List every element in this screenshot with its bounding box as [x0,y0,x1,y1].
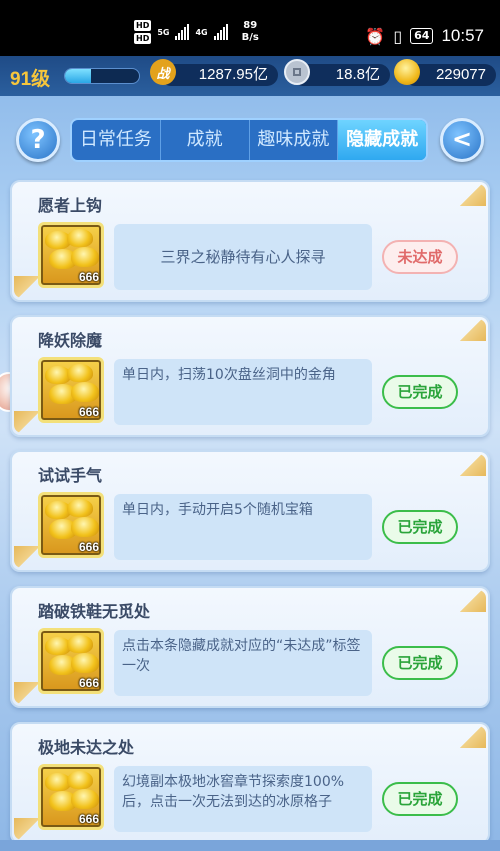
corner-ornament [460,454,486,476]
reward-quantity: 666 [78,812,99,826]
reward-item[interactable]: 666 [38,357,104,423]
corner-ornament [14,276,40,298]
gold-ingot-icon [71,517,99,537]
silver-value: 18.8亿 [335,66,380,83]
reward-quantity: 666 [78,540,99,554]
hd-indicators: HD HD [134,20,152,44]
achievement-card: 试试手气 666 单日内，手动开启5个随机宝箱 已完成 [10,450,490,572]
reward-quantity: 666 [78,676,99,690]
vibrate-icon: ▯ [393,26,403,46]
resource-bar: 91级 1287.95亿 战 18.8亿 229077 [0,56,500,96]
tab-achievements[interactable]: 成就 [161,120,250,160]
signal-icon-2 [213,24,228,40]
system-status-bar: HD HD 5G 4G 89 B/s ⏰ ▯ 64 10:57 [0,0,500,56]
achievement-title: 愿者上钩 [38,196,103,215]
tab-fun-achievements[interactable]: 趣味成就 [250,120,339,160]
signal-icon [175,24,190,40]
battery-icon: 64 [410,28,434,44]
status-left: HD HD 5G 4G 89 B/s [134,20,259,44]
gold-ingot-icon [394,59,420,85]
gold-ingot-icon [67,229,93,247]
alarm-icon: ⏰ [365,26,386,46]
corner-ornament [14,818,40,840]
gold-ingot-icon [67,635,93,653]
achievement-card: 极地未达之处 666 幻境副本极地冰窖章节探索度100%后，点击一次无法到达的冰… [10,722,490,844]
corner-ornament [460,319,486,341]
achievement-title: 降妖除魔 [38,331,103,350]
achievement-status-button[interactable]: 已完成 [382,782,458,816]
achievement-description: 单日内，手动开启5个随机宝箱 [114,494,372,560]
achievement-status-button[interactable]: 已完成 [382,646,458,680]
reward-item[interactable]: 666 [38,764,104,830]
player-level: 91级 [10,69,51,90]
achievement-title: 试试手气 [38,466,103,485]
achievement-description: 三界之秘静待有心人探寻 [114,224,372,290]
network-speed-unit: B/s [241,32,259,43]
tab-daily-tasks[interactable]: 日常任务 [72,120,161,160]
achievement-description: 幻境副本极地冰窖章节探索度100%后，点击一次无法到达的冰原格子 [114,766,372,832]
reward-quantity: 666 [78,405,99,419]
gold-ingot-icon [67,364,93,382]
achievement-description: 点击本条隐藏成就对应的“未达成”标签一次 [114,630,372,696]
bottom-strip [0,840,500,851]
network-speed-value: 89 [243,20,258,31]
reward-quantity: 666 [78,270,99,284]
corner-ornament [460,726,486,748]
combat-power: 1287.95亿 [160,64,278,86]
gold-ingot-icon [71,789,99,809]
achievement-tabs: 日常任务 成就 趣味成就 隐藏成就 [70,118,428,162]
achievement-status-button[interactable]: 已完成 [382,510,458,544]
gold-ingot-icon [71,247,99,267]
combat-icon: 战 [150,59,176,85]
exp-bar-fill [65,69,91,83]
reward-item[interactable]: 666 [38,628,104,694]
network-speed: 89 B/s [242,20,259,44]
corner-ornament [460,590,486,612]
tab-hidden-achievements[interactable]: 隐藏成就 [338,120,426,160]
hd-badge-2: HD [134,33,152,44]
gold-ingot-icon [67,499,93,517]
achievement-description: 单日内，扫荡10次盘丝洞中的金角 [114,359,372,425]
back-button[interactable]: < [440,118,484,162]
exp-bar [64,68,140,84]
combat-power-value: 1287.95亿 [198,66,268,83]
clock: 10:57 [441,26,484,45]
gold-value: 229077 [435,66,486,83]
signal-5g-label: 5G [157,27,170,37]
achievement-card: 踏破铁鞋无觅处 666 点击本条隐藏成就对应的“未达成”标签一次 已完成 [10,586,490,708]
corner-ornament [14,546,40,568]
achievement-title: 踏破铁鞋无觅处 [38,602,151,621]
corner-ornament [14,411,40,433]
corner-ornament [460,184,486,206]
gold-ingot-icon [67,771,93,789]
gold-ingot-icon [71,653,99,673]
achievement-card: 降妖除魔 666 单日内，扫荡10次盘丝洞中的金角 已完成 [10,315,490,437]
corner-ornament [14,682,40,704]
achievement-status-button[interactable]: 已完成 [382,375,458,409]
reward-item[interactable]: 666 [38,492,104,558]
hd-badge-1: HD [134,20,152,31]
back-arrow-icon: < [451,125,473,153]
reward-item[interactable]: 666 [38,222,104,288]
gold-ingot-icon [71,382,99,402]
status-right: ⏰ ▯ 64 10:57 [365,26,484,46]
silver-coin-icon [284,59,310,85]
signal-4g-label: 4G [195,27,208,37]
help-button[interactable]: ? [16,118,60,162]
achievement-status-button[interactable]: 未达成 [382,240,458,274]
achievement-title: 极地未达之处 [38,738,135,757]
achievement-card: 愿者上钩 666 三界之秘静待有心人探寻 未达成 [10,180,490,302]
